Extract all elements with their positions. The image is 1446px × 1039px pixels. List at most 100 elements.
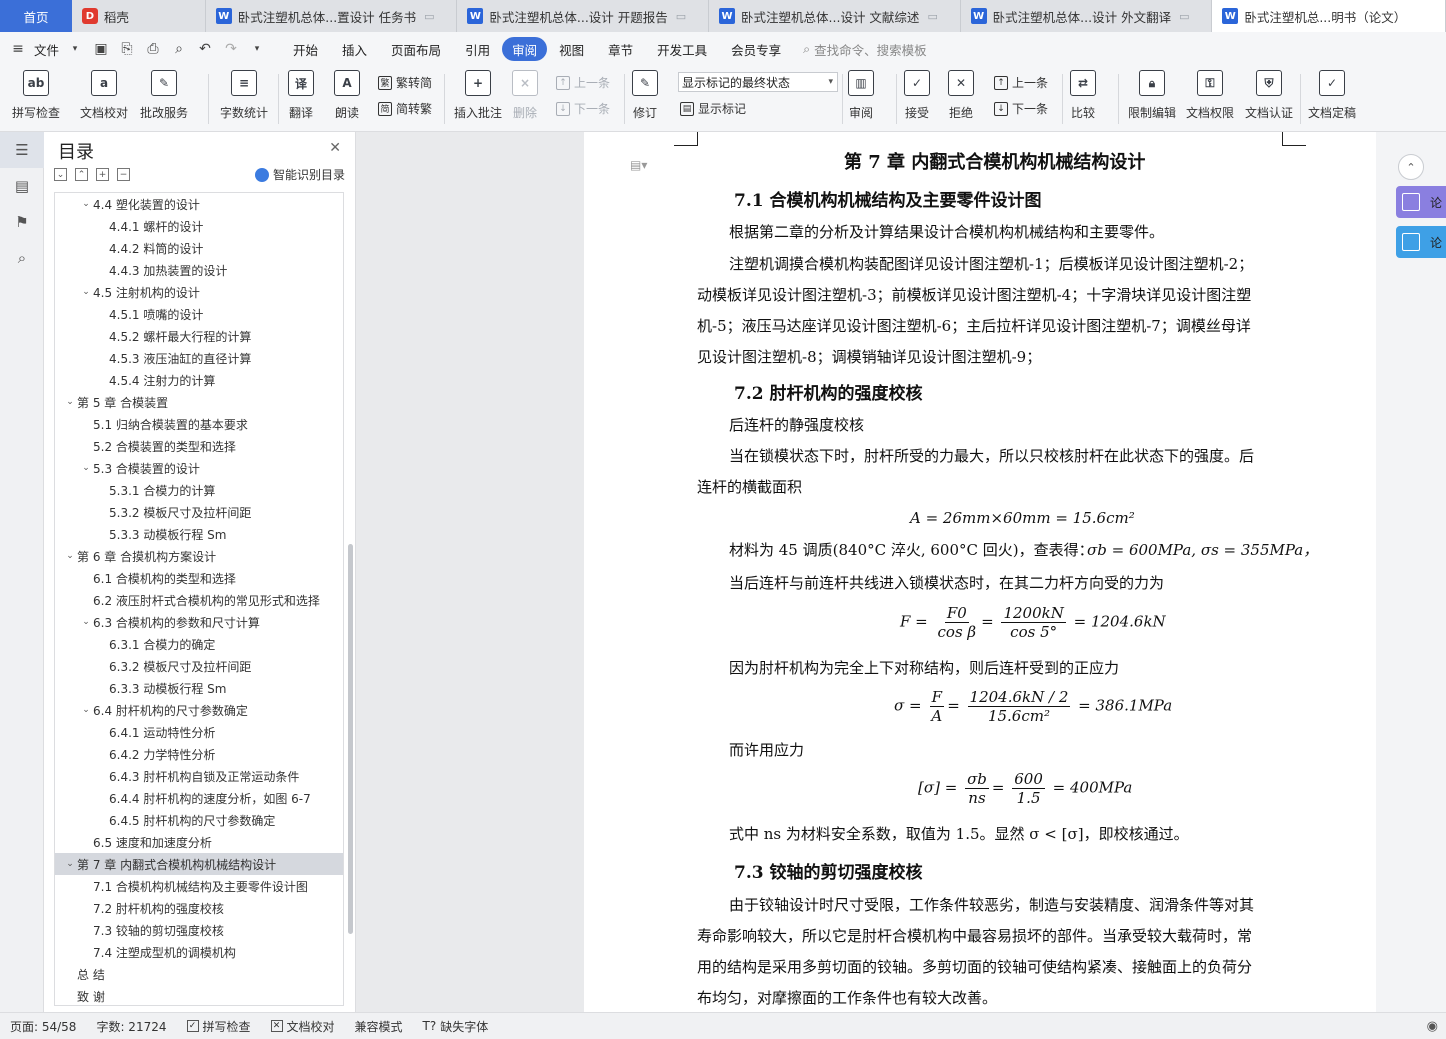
tab-doc-task[interactable]: W 卧式注塑机总体...置设计 任务书 ▭ <box>206 0 458 32</box>
chevron-down-icon[interactable]: ⌄ <box>79 199 93 209</box>
tab-doc-thesis[interactable]: W 卧式注塑机总...明书（论文） <box>1212 0 1446 32</box>
chevron-down-icon[interactable]: ▾ <box>65 39 85 59</box>
expand-all-icon[interactable]: ⌃ <box>75 168 88 181</box>
toc-item[interactable]: 5.3.2 模板尺寸及拉杆间距 <box>55 501 343 523</box>
close-icon[interactable]: ✕ <box>329 140 341 156</box>
toc-item[interactable]: 6.3.2 模板尺寸及拉杆间距 <box>55 655 343 677</box>
spellcheck-toggle[interactable]: ✓ 拼写检查 <box>186 1018 251 1035</box>
save-icon[interactable]: ▣ <box>91 39 111 59</box>
print-icon[interactable]: ⎙ <box>143 39 163 59</box>
spellcheck-button[interactable]: ab 拼写检查 <box>12 70 60 121</box>
menu-view[interactable]: 视图 <box>547 37 596 61</box>
toc-item[interactable]: ⌄ 4.5 注射机构的设计 <box>55 281 343 303</box>
toc-item[interactable]: 6.4.4 肘杆机构的速度分析，如图 6-7 <box>55 787 343 809</box>
toc-item[interactable]: 5.3.1 合模力的计算 <box>55 479 343 501</box>
remove-heading-icon[interactable]: − <box>117 168 130 181</box>
menu-section[interactable]: 章节 <box>596 37 645 61</box>
menu-file[interactable]: 文件 <box>34 40 59 59</box>
next-change-button[interactable]: ↓ 下一条 <box>994 100 1048 117</box>
wordcount-button[interactable]: ≡ 字数统计 <box>220 70 268 121</box>
toc-item[interactable]: 7.1 合模机构机械结构及主要零件设计图 <box>55 875 343 897</box>
menu-start[interactable]: 开始 <box>281 37 330 61</box>
export-icon[interactable]: ⎘ <box>117 39 137 59</box>
toc-item[interactable]: 5.1 归纳合模装置的基本要求 <box>55 413 343 435</box>
toc-item[interactable]: 致 谢 <box>55 985 343 1005</box>
chapter-nav-icon[interactable]: ▤ <box>0 168 44 204</box>
collapse-all-icon[interactable]: ⌄ <box>54 168 67 181</box>
toc-item[interactable]: 4.4.1 螺杆的设计 <box>55 215 343 237</box>
s2t-button[interactable]: 简简转繁 <box>378 100 432 117</box>
toc-item[interactable]: 4.5.1 喷嘴的设计 <box>55 303 343 325</box>
toc-item[interactable]: 6.4.5 肘杆机构的尺寸参数确定 <box>55 809 343 831</box>
reject-button[interactable]: ✕ 拒绝 <box>948 70 974 121</box>
toc-scrollbar[interactable] <box>348 544 353 934</box>
toc-item[interactable]: 5.3.3 动模板行程 Sm <box>55 523 343 545</box>
toc-item[interactable]: 4.5.2 螺杆最大行程的计算 <box>55 325 343 347</box>
menu-review[interactable]: 审阅 <box>502 37 548 61</box>
restrict-editing-button[interactable]: 🔒︎ 限制编辑 <box>1128 70 1176 121</box>
finalize-doc-button[interactable]: ✓ 文档定稿 <box>1308 70 1356 121</box>
doccheck-button[interactable]: a 文档校对 <box>80 70 128 121</box>
toc-item[interactable]: 5.2 合模装置的类型和选择 <box>55 435 343 457</box>
missing-font[interactable]: T? 缺失字体 <box>423 1018 489 1035</box>
toc-item[interactable]: 7.2 肘杆机构的强度校核 <box>55 897 343 919</box>
chevron-down-icon[interactable]: ⌄ <box>79 705 93 715</box>
chevron-down-icon[interactable]: ⌄ <box>79 463 93 473</box>
toc-item[interactable]: 6.4.2 力学特性分析 <box>55 743 343 765</box>
toc-item[interactable]: 6.4.1 运动特性分析 <box>55 721 343 743</box>
word-count[interactable]: 字数: 21724 <box>96 1018 166 1035</box>
bookmark-icon[interactable]: ⚑ <box>0 204 44 240</box>
document-area[interactable]: 第 7 章 内翻式合模机构机械结构设计 7.1 合模机构机械结构及主要零件设计图… <box>356 132 1376 1012</box>
toc-item[interactable]: 6.3.1 合模力的确定 <box>55 633 343 655</box>
tab-doc-translation[interactable]: W 卧式注塑机总体...设计 外文翻译 ▭ <box>961 0 1213 32</box>
t2s-button[interactable]: 繁繁转简 <box>378 74 432 91</box>
toc-item[interactable]: 6.3.3 动模板行程 Sm <box>55 677 343 699</box>
chevron-down-icon[interactable]: ⌄ <box>63 859 77 869</box>
toc-item[interactable]: 总 结 <box>55 963 343 985</box>
compare-button[interactable]: ⇄ 比较 <box>1070 70 1096 121</box>
toc-item[interactable]: ⌄ 5.3 合模装置的设计 <box>55 457 343 479</box>
collapse-icon[interactable]: ⌃ <box>1398 154 1424 180</box>
review-pane-button[interactable]: ▥ 审阅 <box>848 70 874 121</box>
add-heading-icon[interactable]: + <box>96 168 109 181</box>
toc-item[interactable]: 6.5 速度和加速度分析 <box>55 831 343 853</box>
show-markup-button[interactable]: ▤ 显示标记 <box>680 100 746 117</box>
chevron-down-icon[interactable]: ⌄ <box>63 551 77 561</box>
eye-icon[interactable]: ◉ <box>1427 1019 1438 1034</box>
translate-button[interactable]: 译翻译 <box>288 70 314 121</box>
document-page[interactable]: 第 7 章 内翻式合模机构机械结构设计 7.1 合模机构机械结构及主要零件设计图… <box>584 132 1376 1012</box>
insert-comment-button[interactable]: + 插入批注 <box>454 70 502 121</box>
toc-item[interactable]: ⌄ 6.3 合模机构的参数和尺寸计算 <box>55 611 343 633</box>
menu-member[interactable]: 会员专享 <box>719 37 793 61</box>
next-comment-button[interactable]: ↓ 下一条 <box>556 100 610 117</box>
toc-item[interactable]: ⌄ 第 6 章 合摸机构方案设计 <box>55 545 343 567</box>
undo-icon[interactable]: ↶ <box>195 39 215 59</box>
menu-references[interactable]: 引用 <box>453 37 502 61</box>
search-icon[interactable]: ⌕ <box>0 240 44 276</box>
print-preview-icon[interactable]: ⌕ <box>169 39 189 59</box>
chevron-down-icon[interactable]: ⌄ <box>79 617 93 627</box>
smart-toc-button[interactable]: 智能识别目录 <box>254 166 345 183</box>
read-aloud-button[interactable]: A 朗读 <box>334 70 360 121</box>
menu-insert[interactable]: 插入 <box>330 37 379 61</box>
chevron-down-icon[interactable]: ⌄ <box>63 397 77 407</box>
toc-item[interactable]: ⌄ 6.4 肘杆机构的尺寸参数确定 <box>55 699 343 721</box>
customize-icon[interactable]: ▾ <box>247 39 267 59</box>
redo-icon[interactable]: ↷ <box>221 39 241 59</box>
tab-doc-proposal[interactable]: W 卧式注塑机总体...设计 开题报告 ▭ <box>457 0 710 32</box>
toc-item[interactable]: 6.2 液压肘杆式合模机构的常见形式和选择 <box>55 589 343 611</box>
tab-doc-review[interactable]: W 卧式注塑机总体...设计 文献综述 ▭ <box>709 0 961 32</box>
proofread-toggle[interactable]: ✕ 文档校对 <box>270 1018 335 1035</box>
toc-item[interactable]: 4.4.3 加热装置的设计 <box>55 259 343 281</box>
toc-item[interactable]: 6.4.3 肘杆机构自锁及正常运动条件 <box>55 765 343 787</box>
toc-nav-icon[interactable]: ☰ <box>0 132 44 168</box>
prev-comment-button[interactable]: ↑ 上一条 <box>556 74 610 91</box>
command-search[interactable]: ⌕ 查找命令、搜索模板 <box>803 40 927 59</box>
toc-item[interactable]: 4.4.2 料筒的设计 <box>55 237 343 259</box>
menu-devtools[interactable]: 开发工具 <box>645 37 719 61</box>
thesis-check-button[interactable]: 论 <box>1396 226 1446 258</box>
review-service-button[interactable]: ✎ 批改服务 <box>140 70 188 121</box>
toc-item[interactable]: 6.1 合模机构的类型和选择 <box>55 567 343 589</box>
chevron-down-icon[interactable]: ⌄ <box>79 287 93 297</box>
accept-button[interactable]: ✓ 接受 <box>904 70 930 121</box>
